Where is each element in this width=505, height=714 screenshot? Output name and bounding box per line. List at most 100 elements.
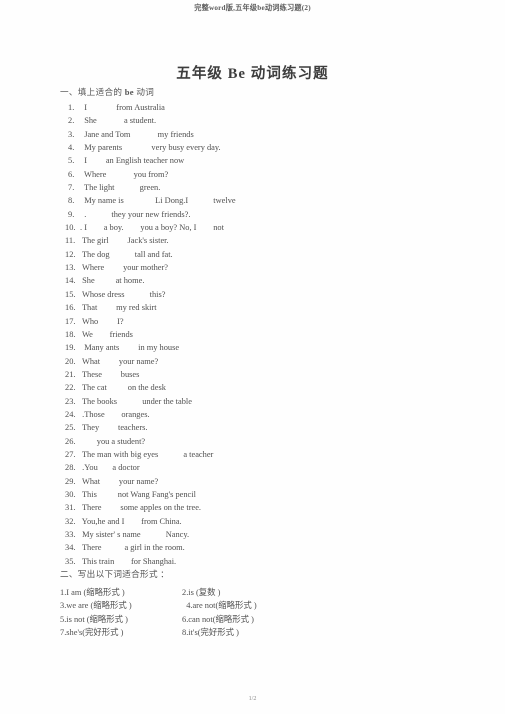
question-text: .You a doctor [80, 463, 140, 473]
list-item: 22. The cat on the desk [60, 381, 460, 394]
list-item: 29. What your name? [60, 475, 460, 488]
list-item: 3.we are (缩略形式 ) 4.are not(缩略形式 ) [60, 599, 460, 612]
word-form-right: 8.it's(完好形式 ) [182, 628, 239, 638]
question-text: I from Australia [80, 103, 165, 112]
question-number: 20. [65, 356, 76, 366]
page-number: 1/2 [248, 696, 257, 702]
question-number: 27. [65, 449, 76, 459]
list-item: 34. There a girl in the room. [60, 541, 460, 554]
list-item: 10. . I a boy. you a boy? No, I not [60, 221, 460, 234]
word-form-left: 3.we are (缩略形式 ) [60, 601, 132, 611]
list-item: 20. What your name? [60, 355, 460, 368]
list-item: 26. you a student? [60, 435, 460, 448]
question-text: What your name? [80, 356, 159, 366]
list-item: 5.is not (缩略形式 ) 6.can not(缩略形式 ) [60, 613, 460, 626]
question-text: . I a boy. you a boy? No, I not [80, 223, 224, 233]
section-one-heading-prefix: 一、填上适合的 [60, 87, 125, 97]
question-text: What your name? [80, 476, 159, 486]
question-number: 23. [65, 396, 76, 406]
question-text: Who I? [80, 316, 124, 326]
section-one-heading-suffix: 动词 [133, 87, 155, 97]
list-item: 21. These buses [60, 368, 460, 381]
question-text: Whose dress this? [80, 289, 166, 299]
question-text: You,he and I from China. [80, 516, 182, 526]
question-text: My sister' s name Nancy. [80, 530, 190, 539]
running-header: 完整word版,五年级be动词练习题(2) [194, 4, 311, 12]
list-item: 13. Where your mother? [60, 261, 460, 274]
list-item: 35. This train for Shanghai. [60, 555, 460, 568]
question-number: 2. [68, 116, 75, 126]
word-form-right: 6.can not(缩略形式 ) [182, 614, 254, 624]
word-form-left: 5.is not (缩略形式 ) [60, 614, 128, 624]
list-item: 12. The dog tall and fat. [60, 248, 460, 261]
list-item: 27. The man with big eyes a teacher [60, 448, 460, 461]
question-text: The girl Jack's sister. [80, 236, 169, 246]
list-item: 28. .You a doctor [60, 461, 460, 474]
question-number: 18. [65, 329, 76, 339]
question-text: Where your mother? [80, 263, 168, 273]
section-one-heading-keyword: be [124, 87, 134, 97]
question-text: Where you from? [80, 169, 169, 179]
question-number: 17. [65, 316, 76, 326]
list-item: 14. She at home. [60, 274, 460, 287]
word-form-left: 7.she's(完好形式 ) [60, 628, 124, 638]
list-item: 1. I from Australia [60, 101, 460, 114]
question-text: She at home. [80, 276, 145, 286]
question-text: Jane and Tom my friends [80, 129, 194, 139]
list-item: 16. That my red skirt [60, 301, 460, 314]
question-text: This not Wang Fang's pencil [80, 489, 196, 499]
question-text: She a student. [80, 116, 157, 126]
question-text: The books under the table [80, 396, 192, 406]
question-number: 19. [65, 343, 76, 353]
question-number: 4. [68, 143, 75, 153]
list-item: 5. I an English teacher now [60, 154, 460, 167]
question-text: There a girl in the room. [80, 543, 185, 553]
list-item: 25. They teachers. [60, 421, 460, 434]
list-item: 15. Whose dress this? [60, 288, 460, 301]
question-number: 15. [65, 289, 76, 299]
document-page: 完整word版,五年级be动词练习题(2) 五年级 Be 动词练习题 一、填上适… [0, 0, 505, 714]
list-item: 4. My parents very busy every day. [60, 141, 460, 154]
list-item: 17. Who I? [60, 315, 460, 328]
question-number: 34. [65, 543, 76, 553]
question-text: you a student? [80, 436, 146, 446]
list-item: 24. .Those oranges. [60, 408, 460, 421]
list-item: 11. The girl Jack's sister. [60, 234, 460, 247]
question-number: 22. [65, 383, 76, 393]
list-item: 1.I am (缩略形式 ) 2.is (复数 ) [60, 586, 460, 599]
list-item: 9. . they your new friends?. [60, 208, 460, 221]
list-item: 18. We friends [60, 328, 460, 341]
question-text: The light green. [80, 183, 161, 193]
question-text: These buses [80, 369, 140, 379]
question-text: The cat on the desk [80, 383, 166, 393]
word-form-right: 4.are not(缩略形式 ) [182, 601, 257, 611]
word-form-left: 1.I am (缩略形式 ) [60, 588, 125, 597]
question-number: 28. [65, 463, 76, 473]
question-number: 26. [65, 436, 76, 446]
question-text: My name is Li Dong.I twelve [80, 196, 236, 206]
question-number: 29. [65, 476, 76, 486]
list-item: 33. My sister' s name Nancy. [60, 528, 460, 541]
question-list: 1. I from Australia 2. She a student. 3. J… [60, 101, 460, 568]
list-item: 32. You,he and I from China. [60, 515, 460, 528]
question-number: 12. [65, 249, 76, 259]
question-number: 33. [65, 530, 76, 539]
question-number: 8. [68, 196, 75, 206]
question-number: 1. [68, 103, 75, 112]
question-text: There some apples on the tree. [80, 503, 202, 513]
question-number: 9. [68, 209, 75, 219]
word-form-list: 1.I am (缩略形式 ) 2.is (复数 ) 3.we are (缩略形式 )… [60, 586, 460, 640]
list-item: 7. The light green. [60, 181, 460, 194]
question-number: 11. [65, 236, 76, 246]
question-number: 31. [65, 503, 76, 513]
section-two-heading: 二、写出以下词适合形式 ： [60, 569, 170, 579]
list-item: 31. There some apples on the tree. [60, 501, 460, 514]
question-text: .Those oranges. [80, 409, 150, 419]
question-number: 32. [65, 516, 76, 526]
section-one-heading: 一、填上适合的 be 动词 [60, 86, 460, 98]
question-text: . they your new friends?. [80, 209, 191, 219]
question-text: Many ants in my house [80, 343, 180, 353]
question-number: 30. [65, 489, 76, 499]
page-title: 五年级 Be 动词练习题 [176, 66, 329, 82]
question-number: 24. [65, 409, 76, 419]
